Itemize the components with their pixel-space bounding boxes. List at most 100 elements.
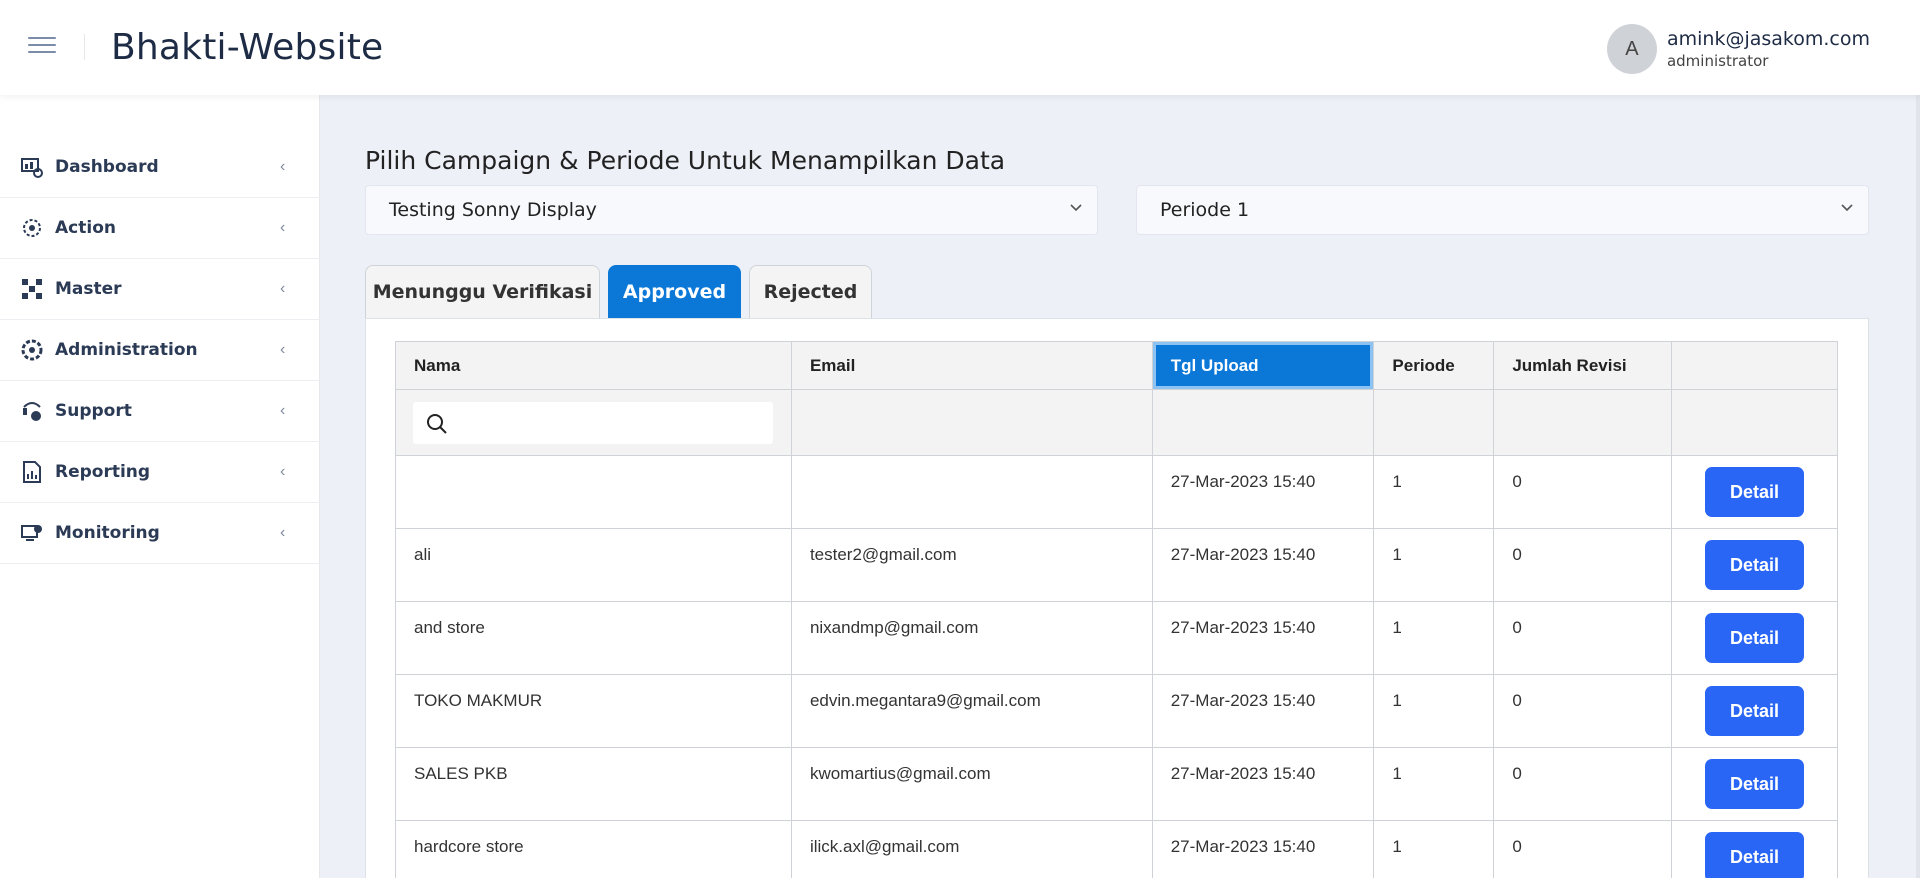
column-header-periode[interactable]: Periode <box>1373 341 1495 390</box>
tab-approved[interactable]: Approved <box>608 265 741 318</box>
sidebar-item-label: Master <box>55 279 122 299</box>
cell-nama <box>395 455 792 529</box>
table-row: ali tester2@gmail.com 27-Mar-2023 15:40 1 0 D… <box>395 528 1838 602</box>
filter-cell <box>1151 389 1375 456</box>
cell-jumlah-revisi: 0 <box>1493 528 1673 602</box>
dashboard-icon <box>20 155 44 179</box>
cell-email: nixandmp@gmail.com <box>790 601 1153 675</box>
cell-tgl-upload: 27-Mar-2023 15:40 <box>1151 528 1375 602</box>
detail-button[interactable]: Detail <box>1705 613 1805 663</box>
cell-periode: 1 <box>1373 747 1495 821</box>
action-icon <box>20 216 44 240</box>
cell-action: Detail <box>1671 674 1838 748</box>
chevron-left-icon: ‹ <box>280 463 286 480</box>
header-divider <box>84 34 85 60</box>
cell-periode: 1 <box>1373 674 1495 748</box>
cell-periode: 1 <box>1373 820 1495 878</box>
sidebar-item-reporting[interactable]: Reporting ‹ <box>0 442 320 503</box>
hamburger-menu-icon[interactable] <box>28 37 56 57</box>
sidebar: Dashboard ‹ Action ‹ Master ‹ Administration ‹ S… <box>0 95 320 878</box>
detail-button[interactable]: Detail <box>1705 467 1805 517</box>
cell-email: ilick.axl@gmail.com <box>790 820 1153 878</box>
cell-tgl-upload: 27-Mar-2023 15:40 <box>1151 601 1375 675</box>
cell-nama: ali <box>395 528 792 602</box>
search-input[interactable] <box>457 409 757 436</box>
detail-button[interactable]: Detail <box>1705 759 1805 809</box>
column-header-action <box>1671 341 1838 390</box>
cell-email: kwomartius@gmail.com <box>790 747 1153 821</box>
column-header-jumlah-revisi[interactable]: Jumlah Revisi <box>1493 341 1673 390</box>
sidebar-item-label: Administration <box>55 340 198 360</box>
column-header-nama[interactable]: Nama <box>395 341 792 390</box>
sidebar-item-monitoring[interactable]: Monitoring ‹ <box>0 503 320 564</box>
cell-nama: SALES PKB <box>395 747 792 821</box>
cell-action: Detail <box>1671 747 1838 821</box>
monitoring-icon <box>20 521 44 545</box>
sidebar-item-master[interactable]: Master ‹ <box>0 259 320 320</box>
table-row: SALES PKB kwomartius@gmail.com 27-Mar-2023… <box>395 747 1838 821</box>
page-scrollbar[interactable] <box>1916 95 1920 878</box>
cell-action: Detail <box>1671 455 1838 529</box>
cell-email: edvin.megantara9@gmail.com <box>790 674 1153 748</box>
table-row: hardcore store ilick.axl@gmail.com 27-Mar-… <box>395 820 1838 878</box>
chevron-down-icon <box>1841 204 1853 212</box>
avatar[interactable]: A <box>1606 24 1657 74</box>
cell-tgl-upload: 27-Mar-2023 15:40 <box>1151 820 1375 878</box>
filter-cell <box>395 389 792 456</box>
sidebar-item-label: Support <box>55 401 132 421</box>
sidebar-item-dashboard[interactable]: Dashboard ‹ <box>0 137 320 198</box>
sidebar-item-support[interactable]: Support ‹ <box>0 381 320 442</box>
support-icon <box>20 399 44 423</box>
sidebar-item-label: Reporting <box>55 462 151 482</box>
cell-jumlah-revisi: 0 <box>1493 747 1673 821</box>
filter-cell <box>1493 389 1673 456</box>
cell-email: tester2@gmail.com <box>790 528 1153 602</box>
sidebar-item-label: Monitoring <box>55 523 160 543</box>
cell-nama: TOKO MAKMUR <box>395 674 792 748</box>
detail-button[interactable]: Detail <box>1705 686 1805 736</box>
campaign-select-value: Testing Sonny Display <box>389 199 597 221</box>
cell-tgl-upload: 27-Mar-2023 15:40 <box>1151 747 1375 821</box>
cell-periode: 1 <box>1373 455 1495 529</box>
search-icon <box>427 413 447 434</box>
top-header: Bhakti-Website A amink@jasakom.com admin… <box>0 0 1920 95</box>
cell-tgl-upload: 27-Mar-2023 15:40 <box>1151 674 1375 748</box>
cell-nama: hardcore store <box>395 820 792 878</box>
cell-jumlah-revisi: 0 <box>1493 455 1673 529</box>
chevron-down-icon <box>1070 204 1082 212</box>
user-role: administrator <box>1666 52 1769 70</box>
user-menu[interactable]: A amink@jasakom.com administrator <box>1606 24 1870 74</box>
chevron-left-icon: ‹ <box>280 158 286 175</box>
table-row: TOKO MAKMUR edvin.megantara9@gmail.com 27-… <box>395 674 1838 748</box>
campaign-select[interactable]: Testing Sonny Display <box>365 185 1098 235</box>
search-box[interactable] <box>413 401 773 444</box>
cell-action: Detail <box>1671 528 1838 602</box>
table-row: and store nixandmp@gmail.com 27-Mar-2023 1… <box>395 601 1838 675</box>
sidebar-item-label: Action <box>55 218 116 238</box>
cell-jumlah-revisi: 0 <box>1493 674 1673 748</box>
sidebar-item-action[interactable]: Action ‹ <box>0 198 320 259</box>
cell-periode: 1 <box>1373 601 1495 675</box>
tab-menunggu-verifikasi[interactable]: Menunggu Verifikasi <box>365 265 600 318</box>
periode-select[interactable]: Periode 1 <box>1136 185 1869 235</box>
tab-rejected[interactable]: Rejected <box>749 265 872 318</box>
chevron-left-icon: ‹ <box>280 219 286 236</box>
cell-email <box>790 455 1153 529</box>
chevron-left-icon: ‹ <box>280 341 286 358</box>
column-header-tgl-upload[interactable]: Tgl Upload <box>1151 341 1375 390</box>
sidebar-item-administration[interactable]: Administration ‹ <box>0 320 320 381</box>
cell-periode: 1 <box>1373 528 1495 602</box>
filter-cell <box>1671 389 1838 456</box>
table-row: 27-Mar-2023 15:40 1 0 Detail <box>395 455 1838 529</box>
column-header-email[interactable]: Email <box>790 341 1153 390</box>
detail-button[interactable]: Detail <box>1705 832 1805 878</box>
detail-button[interactable]: Detail <box>1705 540 1805 590</box>
submissions-table: Nama Email Tgl Upload Periode Jumlah Rev… <box>395 341 1838 878</box>
sidebar-item-label: Dashboard <box>55 157 159 177</box>
master-icon <box>20 277 44 301</box>
reporting-icon <box>20 460 44 484</box>
cell-jumlah-revisi: 0 <box>1493 820 1673 878</box>
cell-action: Detail <box>1671 820 1838 878</box>
cell-jumlah-revisi: 0 <box>1493 601 1673 675</box>
filter-cell <box>1373 389 1495 456</box>
